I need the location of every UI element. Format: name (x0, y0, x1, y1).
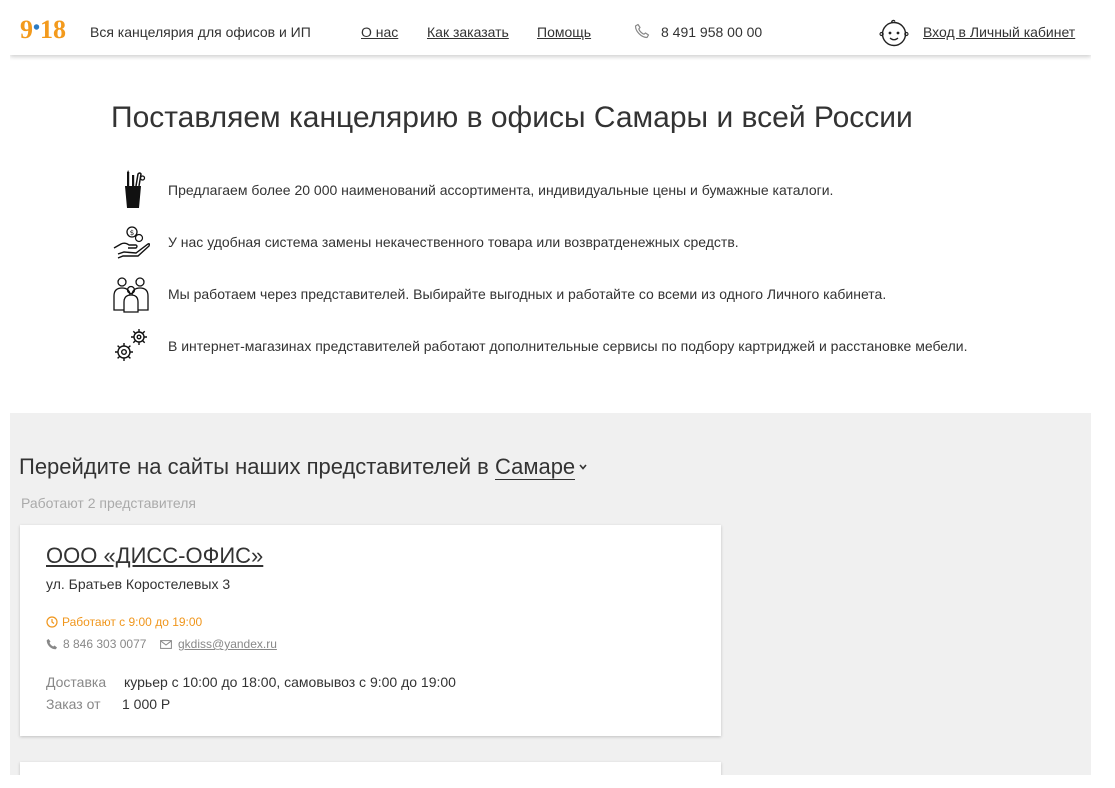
feature-text: У нас удобная система замены некачествен… (168, 234, 739, 250)
representatives-section: Перейдите на сайты наших представителей … (10, 413, 1091, 775)
representatives-count: Работают 2 представителя (21, 495, 197, 511)
min-order-row: Заказ от 1 000 Р (46, 696, 170, 712)
delivery-value: курьер с 10:00 до 18:00, самовывоз с 9:0… (124, 674, 456, 690)
page-title: Поставляем канцелярию в офисы Самары и в… (111, 101, 913, 134)
working-hours-text: Работают с 9:00 до 19:00 (62, 615, 203, 629)
nav-link-how-to-order[interactable]: Как заказать (427, 24, 509, 40)
hand-coins-icon: $ (113, 226, 151, 259)
representatives-title: Перейдите на сайты наших представителей … (19, 454, 587, 480)
feature-item: В интернет-магазинах представителей рабо… (110, 326, 1070, 366)
feature-text: В интернет-магазинах представителей рабо… (168, 338, 968, 354)
representatives-title-text: Перейдите на сайты наших представителей … (19, 454, 489, 479)
representative-address: ул. Братьев Коростелевых 3 (46, 576, 231, 592)
representative-card: ООО «ДИСС-ОФИС» ул. Братьев Коростелевых… (20, 525, 721, 736)
representative-name-link[interactable]: ООО «ДИСС-ОФИС» (46, 543, 263, 569)
delivery-label: Доставка (46, 674, 107, 690)
working-hours: Работают с 9:00 до 19:00 (46, 615, 202, 629)
feature-text: Предлагаем более 20 000 наименований асс… (168, 182, 834, 198)
tagline: Вся канцелярия для офисов и ИП (90, 24, 311, 40)
logo-dot: • (33, 17, 41, 39)
representative-email-link[interactable]: gkdiss@yandex.ru (178, 637, 277, 651)
feature-item: Мы работаем через представителей. Выбира… (110, 274, 1070, 314)
feature-item: Предлагаем более 20 000 наименований асс… (110, 170, 1070, 210)
feature-item: $ У нас удобная система замены некачеств… (110, 222, 1070, 262)
representative-phone-text[interactable]: 8 846 303 0077 (63, 637, 146, 651)
clock-icon (46, 616, 58, 628)
phone-icon (634, 23, 650, 39)
chevron-down-icon[interactable] (579, 463, 587, 471)
site-header: 9•18 Вся канцелярия для офисов и ИП О на… (10, 8, 1091, 55)
logo-digit-left: 9 (20, 15, 33, 44)
mail-icon (160, 640, 172, 649)
logo[interactable]: 9•18 (20, 15, 66, 45)
representative-phone: 8 846 303 0077 (46, 637, 146, 651)
header-phone[interactable]: 8 491 958 00 00 (661, 24, 762, 40)
gears-icon (115, 329, 147, 361)
baby-face-icon (879, 19, 909, 47)
city-selector[interactable]: Самаре (494, 454, 576, 480)
pencil-cup-icon (125, 170, 146, 208)
logo-digit-right: 18 (40, 15, 67, 44)
people-icon (113, 277, 149, 313)
phone-icon (46, 639, 57, 650)
min-order-label: Заказ от (46, 696, 101, 712)
login-link[interactable]: Вход в Личный кабинет (923, 24, 1075, 40)
feature-text: Мы работаем через представителей. Выбира… (168, 286, 887, 302)
representative-card (20, 762, 721, 775)
delivery-row: Доставка курьер с 10:00 до 18:00, самовыв… (46, 674, 456, 690)
svg-text:$: $ (130, 229, 134, 237)
representative-email: gkdiss@yandex.ru (160, 637, 277, 651)
nav-link-help[interactable]: Помощь (537, 24, 591, 40)
nav-link-about[interactable]: О нас (361, 24, 398, 40)
min-order-value: 1 000 Р (122, 696, 171, 712)
page: 9•18 Вся канцелярия для офисов и ИП О на… (10, 8, 1091, 775)
